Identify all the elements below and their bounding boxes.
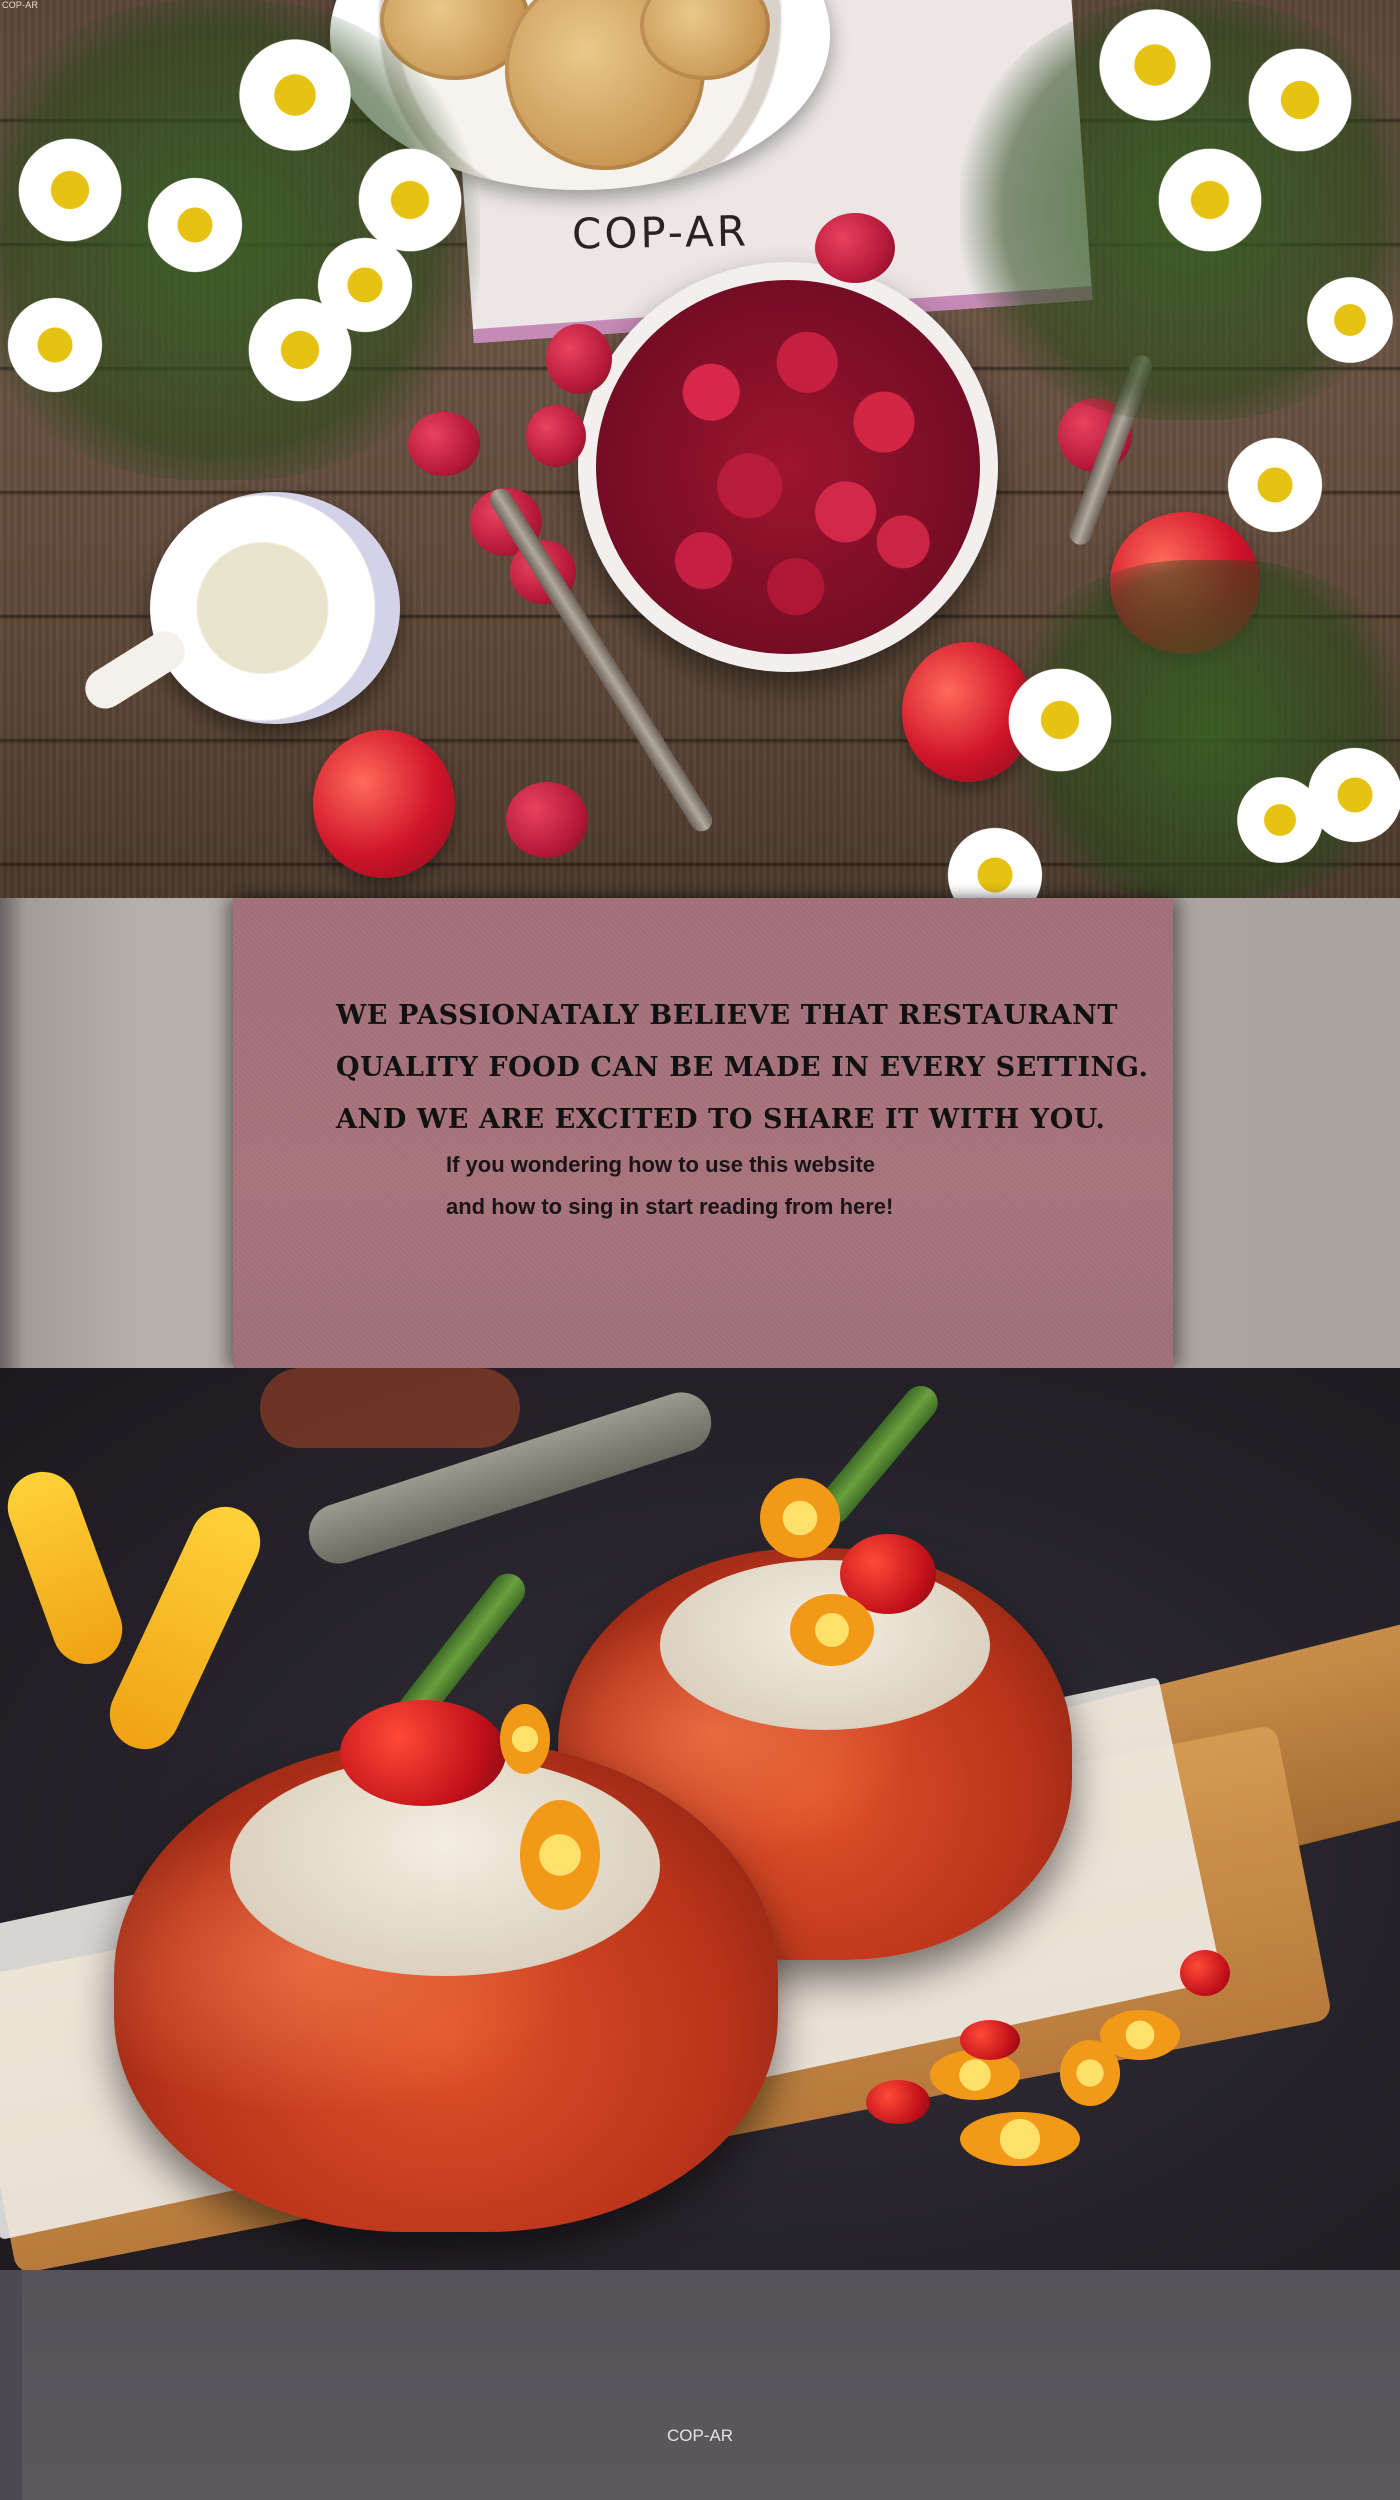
headline-line: QUALITY FOOD CAN BE MADE IN EVERY SETTIN… — [336, 1052, 1149, 1083]
yellow-pepper — [98, 1495, 272, 1761]
daisy-flower — [230, 30, 360, 160]
apple — [313, 730, 455, 878]
intro-banner: WE PASSIONATALY BELIEVE THAT RESTAURANT … — [0, 898, 1400, 1368]
corner-label: COP-AR — [2, 0, 39, 10]
pepper-slice — [760, 1478, 840, 1558]
red-pepper — [1180, 1950, 1230, 1996]
headline-line: WE PASSIONATALY BELIEVE THAT RESTAURANT — [336, 1000, 1119, 1031]
pepper-slice — [520, 1800, 600, 1910]
red-pepper — [960, 2020, 1020, 2060]
intro-line: If you wondering how to use this website — [446, 1152, 876, 1177]
brand-logo-text: COP-AR — [571, 206, 750, 259]
daisy-flower — [1220, 430, 1330, 540]
daisy-flower — [10, 130, 130, 250]
intro-card: WE PASSIONATALY BELIEVE THAT RESTAURANT … — [233, 898, 1173, 1368]
daisy-flower — [1150, 140, 1270, 260]
hero-photo: COP-AR COP-AR — [0, 0, 1400, 898]
daisy-flower — [0, 290, 110, 400]
raspberry — [506, 782, 588, 858]
raspberry — [408, 412, 480, 476]
daisy-flower — [1230, 770, 1330, 870]
intro-text: If you wondering how to use this website… — [446, 1144, 1146, 1228]
footer-left-edge — [0, 2270, 22, 2500]
banner-left-edge — [0, 898, 22, 1368]
raspberry-bowl — [578, 262, 998, 672]
intro-headline: WE PASSIONATALY BELIEVE THAT RESTAURANT … — [336, 990, 1149, 1146]
raspberry — [526, 405, 586, 467]
blurred-tomato — [260, 1368, 520, 1448]
pepper-slice — [960, 2112, 1080, 2166]
milk-pitcher — [150, 492, 400, 724]
daisy-flower — [310, 230, 420, 340]
daisy-flower — [1090, 0, 1220, 130]
page: COP-AR COP-AR WE PASSIONATALY BELIEVE TH… — [0, 0, 1400, 2500]
daisy-flower — [1240, 40, 1360, 160]
yellow-pepper — [0, 1462, 133, 1674]
raspberry — [546, 324, 612, 394]
daisy-flower — [1300, 270, 1400, 370]
headline-line: AND WE ARE EXCITED TO SHARE IT WITH YOU. — [336, 1104, 1106, 1135]
daisy-flower — [1000, 660, 1120, 780]
daisy-flower — [140, 170, 250, 280]
intro-line: and how to sing in start reading from he… — [446, 1194, 894, 1219]
footer-brand: COP-AR — [666, 2426, 734, 2445]
red-pepper — [866, 2080, 930, 2124]
pepper-slice — [790, 1594, 874, 1666]
raspberry — [815, 213, 895, 283]
red-pepper — [340, 1700, 506, 1806]
pepper-slice — [1060, 2040, 1120, 2106]
pepper-slice — [500, 1704, 550, 1774]
footer: COP-AR — [0, 2270, 1400, 2500]
